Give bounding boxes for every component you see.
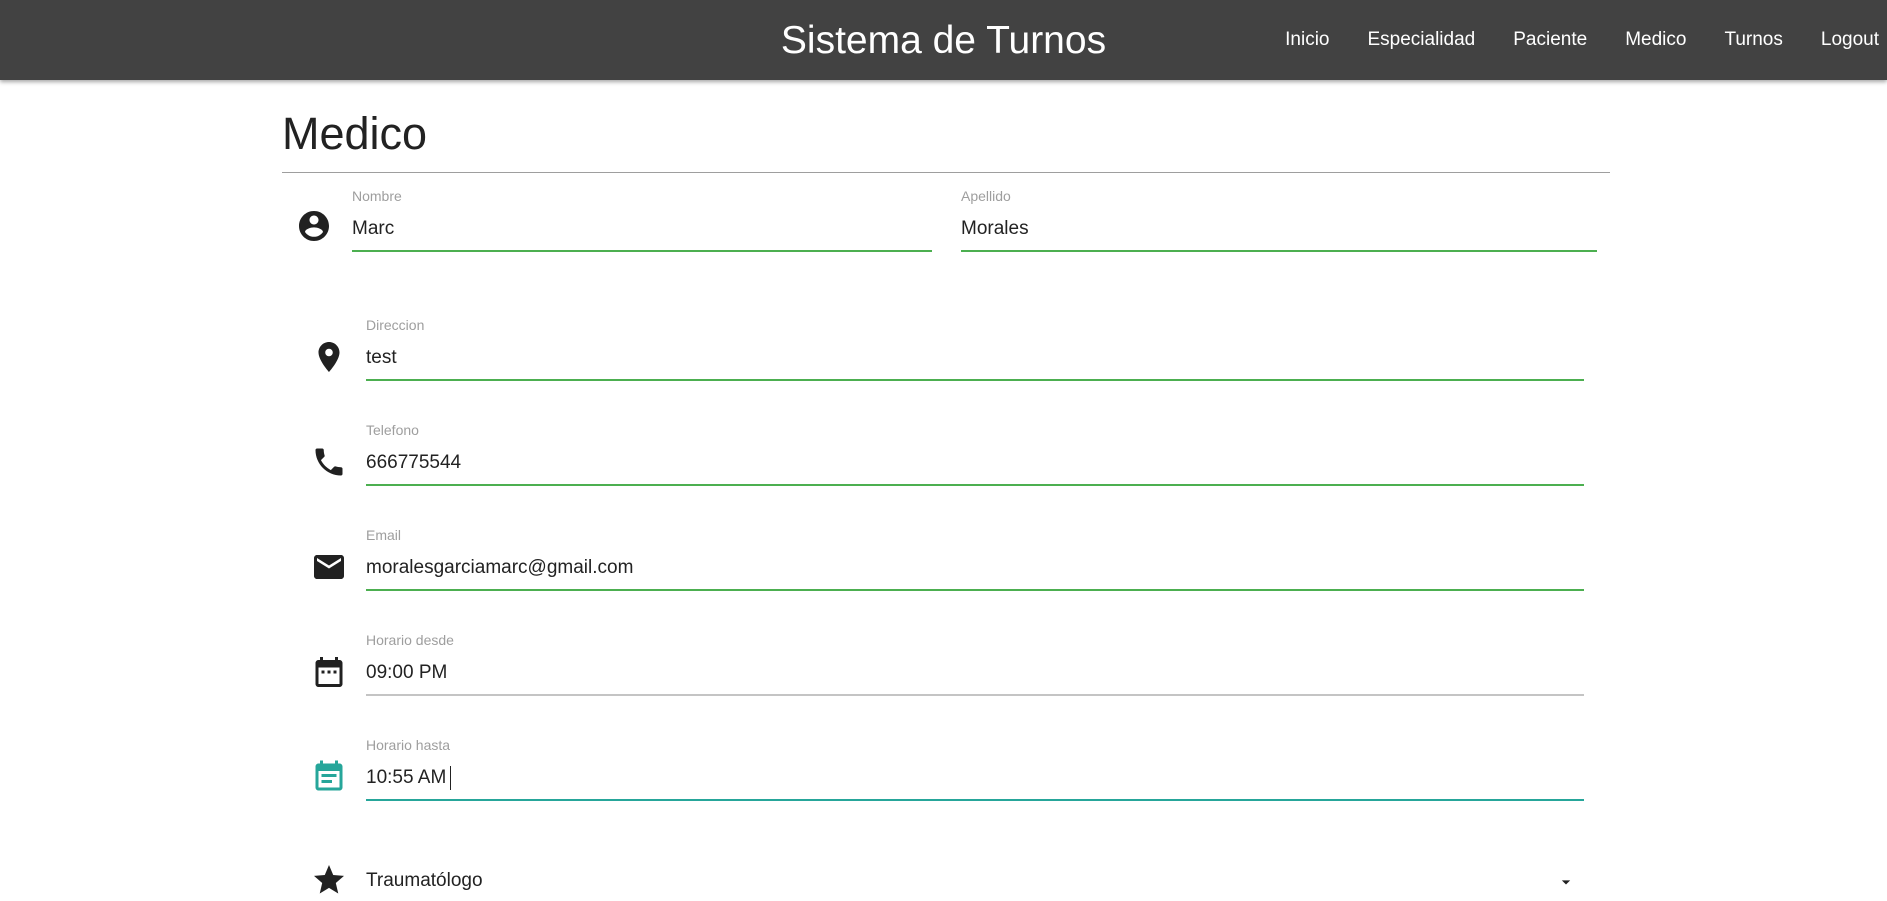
nav-links: Inicio Especialidad Paciente Medico Turn… bbox=[1266, 0, 1887, 80]
email-field: Email bbox=[366, 526, 1584, 594]
apellido-input[interactable] bbox=[961, 211, 1597, 247]
apellido-underline bbox=[961, 250, 1597, 252]
nombre-label: Nombre bbox=[352, 188, 402, 204]
horario-hasta-field: Horario hasta bbox=[366, 736, 1584, 804]
especialidad-select[interactable]: Traumatólogo bbox=[366, 864, 1584, 898]
calendar-icon bbox=[311, 654, 347, 690]
direccion-input[interactable] bbox=[366, 340, 1584, 376]
star-icon bbox=[311, 862, 347, 898]
telefono-underline bbox=[366, 484, 1584, 486]
text-caret bbox=[450, 766, 451, 790]
nombre-underline bbox=[352, 250, 932, 252]
nav-item-inicio[interactable]: Inicio bbox=[1266, 0, 1348, 80]
telefono-field: Telefono bbox=[366, 421, 1584, 489]
nav-item-turnos[interactable]: Turnos bbox=[1705, 0, 1801, 80]
nav-item-logout[interactable]: Logout bbox=[1802, 0, 1887, 80]
apellido-label: Apellido bbox=[961, 188, 1011, 204]
email-input[interactable] bbox=[366, 550, 1584, 586]
nav-item-especialidad[interactable]: Especialidad bbox=[1348, 0, 1494, 80]
account-circle-icon bbox=[296, 208, 332, 244]
horario-desde-input[interactable] bbox=[366, 655, 1584, 691]
horario-desde-field: Horario desde bbox=[366, 631, 1584, 699]
location-pin-icon bbox=[311, 339, 347, 375]
apellido-field: Apellido bbox=[961, 187, 1597, 255]
title-divider bbox=[282, 172, 1610, 173]
horario-desde-underline bbox=[366, 694, 1584, 696]
email-icon bbox=[311, 549, 347, 585]
email-underline bbox=[366, 589, 1584, 591]
direccion-field: Direccion bbox=[366, 316, 1584, 384]
email-label: Email bbox=[366, 527, 402, 543]
direccion-underline bbox=[366, 379, 1584, 381]
nombre-field: Nombre bbox=[352, 187, 932, 255]
especialidad-selected-value: Traumatólogo bbox=[366, 870, 483, 891]
top-navbar: Sistema de Turnos Inicio Especialidad Pa… bbox=[0, 0, 1887, 80]
direccion-label: Direccion bbox=[366, 317, 425, 333]
horario-hasta-label: Horario hasta bbox=[366, 737, 451, 753]
nav-item-medico[interactable]: Medico bbox=[1606, 0, 1705, 80]
phone-icon bbox=[311, 444, 347, 480]
nav-item-paciente[interactable]: Paciente bbox=[1494, 0, 1606, 80]
telefono-label: Telefono bbox=[366, 422, 419, 438]
brand-title[interactable]: Sistema de Turnos bbox=[781, 19, 1106, 62]
dropdown-arrow-icon[interactable] bbox=[1556, 872, 1576, 892]
event-note-icon bbox=[311, 759, 347, 795]
nombre-input[interactable] bbox=[352, 211, 932, 247]
telefono-input[interactable] bbox=[366, 445, 1584, 481]
horario-desde-label: Horario desde bbox=[366, 632, 454, 648]
horario-hasta-input[interactable] bbox=[366, 760, 1584, 796]
horario-hasta-underline bbox=[366, 799, 1584, 801]
page-title: Medico bbox=[282, 108, 428, 159]
main-container: Medico Nombre Apellido Direccion Telefon… bbox=[282, 80, 1610, 901]
